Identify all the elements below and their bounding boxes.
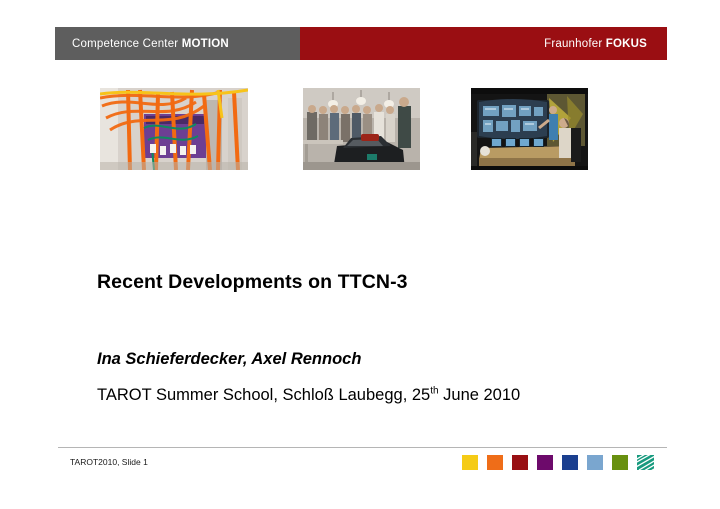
swatch-dark-blue <box>562 455 578 470</box>
venue-text-before: TAROT Summer School, Schloß Laubegg, 25 <box>97 386 431 404</box>
header-competence-center-block: Competence Center MOTION <box>55 27 300 60</box>
footer-divider <box>58 447 667 448</box>
header-right-label: Fraunhofer FOKUS <box>544 38 647 50</box>
header-left-prefix: Competence Center <box>72 37 182 50</box>
fraunhofer-color-swatch-row <box>462 455 654 470</box>
header-left-label: Competence Center MOTION <box>72 38 229 50</box>
header-right-bold: FOKUS <box>605 37 647 50</box>
swatch-dark-red <box>512 455 528 470</box>
swatch-purple <box>537 455 553 470</box>
header-left-bold: MOTION <box>181 37 229 50</box>
swatch-light-blue <box>587 455 603 470</box>
swatch-yellow <box>462 455 478 470</box>
header-right-prefix: Fraunhofer <box>544 37 606 50</box>
slide-header-bar: Competence Center MOTION Fraunhofer FOKU… <box>55 27 667 60</box>
venue-date-line: TAROT Summer School, Schloß Laubegg, 25t… <box>97 386 520 405</box>
authors-line: Ina Schieferdecker, Axel Rennoch <box>97 350 362 368</box>
vehicle-demonstration-photo <box>303 88 420 170</box>
swatch-olive-green <box>612 455 628 470</box>
page-title: Recent Developments on TTCN-3 <box>97 271 408 293</box>
fraunhofer-logo-icon <box>637 455 654 470</box>
date-ordinal-suffix: th <box>430 385 439 397</box>
footer-slide-label: TAROT2010, Slide 1 <box>70 457 148 467</box>
swatch-orange <box>487 455 503 470</box>
control-room-photo <box>471 88 588 170</box>
fiber-optic-cabling-photo <box>100 88 248 170</box>
header-fraunhofer-block: Fraunhofer FOKUS <box>300 27 667 60</box>
venue-text-after: June 2010 <box>438 386 521 404</box>
photo-strip <box>0 88 720 170</box>
